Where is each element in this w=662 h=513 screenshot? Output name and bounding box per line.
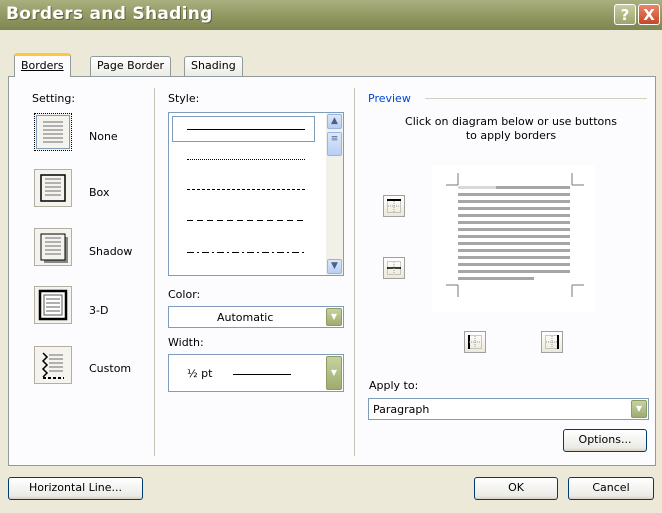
scroll-up-icon[interactable]: ▲: [327, 114, 342, 129]
setting-custom-icon[interactable]: [34, 346, 72, 384]
width-select[interactable]: ½ pt ▼: [168, 354, 344, 392]
width-value: ½ pt: [187, 367, 213, 380]
options-button[interactable]: Options...: [563, 429, 647, 452]
tab-borders-label: Borders: [21, 59, 64, 72]
horizontal-line-button[interactable]: Horizontal Line...: [8, 477, 143, 500]
style-option-dashed[interactable]: [187, 220, 305, 221]
tab-borders[interactable]: Borders: [14, 53, 71, 77]
scroll-thumb[interactable]: ≡: [327, 132, 342, 156]
color-label: Color:: [168, 288, 201, 301]
setting-box-label[interactable]: Box: [89, 186, 109, 199]
setting-custom-label[interactable]: Custom: [89, 362, 131, 375]
inside-horizontal-border-icon: [387, 261, 401, 275]
setting-none-label[interactable]: None: [89, 130, 118, 143]
setting-3d-label[interactable]: 3-D: [89, 304, 108, 317]
scroll-down-icon[interactable]: ▼: [327, 259, 342, 274]
apply-to-select[interactable]: Paragraph ▼: [368, 398, 649, 420]
divider-left: [154, 88, 155, 456]
width-sample-line: [233, 374, 291, 375]
inside-border-button[interactable]: [383, 257, 405, 279]
top-border-button[interactable]: [383, 195, 405, 217]
tab-shading-label: Shading: [191, 59, 236, 72]
style-listbox[interactable]: ▲ ≡ ▼: [168, 112, 344, 276]
dialog-title-bar[interactable]: Borders and Shading ? X: [0, 0, 662, 30]
style-option-dotted[interactable]: [187, 159, 305, 160]
setting-shadow-label[interactable]: Shadow: [89, 245, 132, 258]
style-scrollbar[interactable]: ▲ ≡ ▼: [326, 113, 343, 275]
preview-label: Preview: [368, 92, 411, 105]
apply-to-label: Apply to:: [369, 379, 419, 392]
divider-right: [354, 88, 355, 456]
apply-to-value: Paragraph: [373, 403, 430, 416]
left-border-icon: [468, 335, 482, 349]
tab-page-border-label: Page Border: [97, 59, 165, 72]
preview-corner-marks: [446, 173, 584, 297]
close-button[interactable]: X: [638, 4, 660, 25]
style-option-dash-dot[interactable]: [187, 252, 305, 253]
chevron-down-icon[interactable]: ▼: [326, 308, 342, 326]
tab-page-border[interactable]: Page Border: [90, 56, 172, 76]
left-border-button[interactable]: [464, 331, 486, 353]
help-button[interactable]: ?: [614, 4, 636, 25]
dialog-title: Borders and Shading: [6, 4, 213, 24]
right-border-icon: [545, 335, 559, 349]
color-value: Automatic: [217, 311, 274, 324]
style-option-solid[interactable]: [187, 129, 305, 130]
style-label: Style:: [168, 92, 200, 105]
setting-box-icon[interactable]: [34, 169, 72, 207]
setting-none-icon[interactable]: [34, 113, 72, 151]
setting-3d-icon[interactable]: [34, 286, 72, 324]
cancel-button[interactable]: Cancel: [568, 477, 654, 500]
ok-button[interactable]: OK: [474, 477, 558, 500]
setting-label: Setting:: [32, 92, 76, 105]
right-border-button[interactable]: [541, 331, 563, 353]
top-border-icon: [387, 199, 401, 213]
chevron-down-icon[interactable]: ▼: [631, 400, 647, 418]
width-label: Width:: [168, 336, 204, 349]
tab-shading[interactable]: Shading: [184, 56, 243, 76]
preview-separator: [425, 98, 647, 99]
color-select[interactable]: Automatic ▼: [168, 306, 344, 328]
preview-hint: Click on diagram below or use buttons to…: [405, 115, 617, 142]
chevron-down-icon[interactable]: ▼: [326, 356, 342, 390]
style-option-dashed-small[interactable]: [187, 189, 305, 190]
setting-shadow-icon[interactable]: [34, 228, 72, 266]
